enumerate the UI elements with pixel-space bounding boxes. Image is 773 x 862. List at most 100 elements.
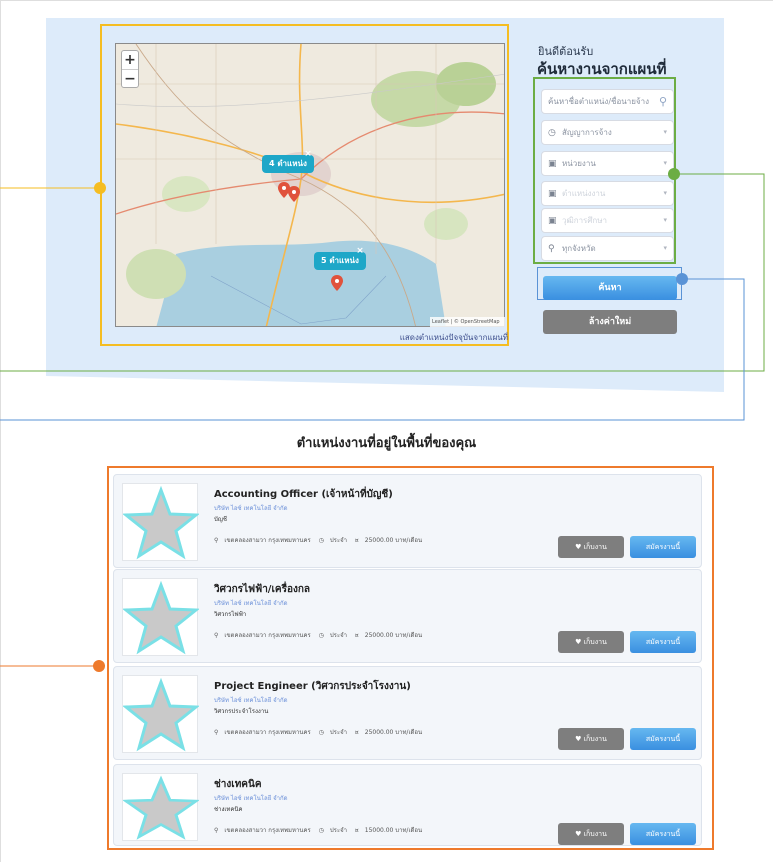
chevron-down-icon: ▾ — [663, 189, 667, 197]
clock-icon: ◷ — [318, 827, 324, 834]
map-cluster-label[interactable]: 5 ตำแหน่ง × — [314, 247, 366, 270]
education-select[interactable]: ▣ วุฒิการศึกษา ▾ — [541, 208, 674, 233]
department-select[interactable]: ▣ หน่วยงาน ▾ — [541, 151, 674, 176]
job-type: ประจำ — [329, 537, 347, 544]
save-job-label: เก็บงาน — [583, 830, 607, 838]
heart-icon: ♥ — [575, 543, 582, 551]
welcome-text: ยินดีต้อนรับ — [538, 45, 594, 58]
job-salary: 25000.00 บาท/เดือน — [364, 537, 423, 544]
chevron-down-icon: ▾ — [663, 216, 667, 224]
clock-icon: ◷ — [318, 537, 324, 544]
job-company[interactable]: บริษัท ไอซ์ เทคโนโลยี จำกัด — [214, 796, 288, 802]
zoom-out-button[interactable]: − — [122, 69, 138, 87]
job-card[interactable]: ช่างเทคนิค บริษัท ไอซ์ เทคโนโลยี จำกัด ช… — [113, 764, 702, 846]
job-card[interactable]: Project Engineer (วิศวกรประจำโรงงาน) บริ… — [113, 666, 702, 760]
clock-icon: ◷ — [318, 729, 324, 736]
map-caption: แสดงตำแหน่งปัจจุบันจากแผนที่ — [399, 333, 508, 342]
department-label: หน่วยงาน — [562, 159, 596, 168]
job-title[interactable]: Accounting Officer (เจ้าหน้าที่บัญชี) — [214, 490, 393, 500]
search-title: ค้นหางานจากแผนที่ — [537, 60, 667, 78]
map-cluster-text: 4 ตำแหน่ง — [269, 159, 307, 168]
job-salary: 25000.00 บาท/เดือน — [364, 632, 423, 639]
apply-button[interactable]: สมัครงานนี้ — [630, 631, 696, 653]
job-title[interactable]: วิศวกรไฟฟ้า/เครื่องกล — [214, 585, 310, 595]
map-cluster-text: 5 ตำแหน่ง — [321, 256, 359, 265]
map-attribution[interactable]: Leaflet | © OpenStreetMap — [430, 317, 505, 327]
close-icon[interactable]: × — [356, 247, 364, 256]
zoom-in-button[interactable]: + — [122, 51, 138, 69]
apply-button[interactable]: สมัครงานนี้ — [630, 536, 696, 558]
reset-button[interactable]: ล้างค่าใหม่ — [543, 310, 677, 334]
location-icon: ⚲ — [214, 632, 219, 639]
save-job-button[interactable]: ♥ เก็บงาน — [558, 631, 624, 653]
location-icon: ⚲ — [214, 729, 219, 736]
money-icon: ¤ — [354, 537, 359, 544]
job-meta: ⚲ เขตคลองสามวา กรุงเทพมหานคร ◷ ประจำ ¤ 2500… — [214, 730, 428, 736]
job-meta: ⚲ เขตคลองสามวา กรุงเทพมหานคร ◷ ประจำ ¤ 1500… — [214, 828, 428, 834]
save-job-button[interactable]: ♥ เก็บงาน — [558, 728, 624, 750]
close-icon[interactable]: × — [304, 150, 312, 159]
job-type: ประจำ — [329, 827, 347, 834]
job-location: เขตคลองสามวา กรุงเทพมหานคร — [224, 729, 311, 736]
job-title[interactable]: Project Engineer (วิศวกรประจำโรงงาน) — [214, 682, 411, 692]
job-location: เขตคลองสามวา กรุงเทพมหานคร — [224, 827, 311, 834]
province-select[interactable]: ⚲ ทุกจังหวัด ▾ — [541, 236, 674, 261]
job-thumbnail — [121, 483, 201, 561]
save-job-label: เก็บงาน — [583, 638, 607, 646]
apply-button[interactable]: สมัครงานนี้ — [630, 728, 696, 750]
money-icon: ¤ — [354, 632, 359, 639]
briefcase-icon: ▣ — [548, 189, 557, 199]
job-thumbnail — [121, 675, 201, 753]
map-cluster-label[interactable]: 4 ตำแหน่ง × — [262, 150, 314, 173]
search-icon: ⚲ — [658, 95, 667, 108]
job-title[interactable]: ช่างเทคนิค — [214, 780, 262, 790]
heart-icon: ♥ — [575, 735, 582, 743]
chevron-down-icon: ▾ — [663, 244, 667, 252]
save-job-button[interactable]: ♥ เก็บงาน — [558, 536, 624, 558]
clock-icon: ◷ — [548, 128, 556, 138]
jobs-heading: ตำแหน่งงานที่อยู่ในพื้นที่ของคุณ — [296, 436, 477, 451]
job-salary: 15000.00 บาท/เดือน — [364, 827, 423, 834]
job-type: ประจำ — [329, 632, 347, 639]
location-icon: ⚲ — [214, 827, 219, 834]
job-meta: ⚲ เขตคลองสามวา กรุงเทพมหานคร ◷ ประจำ ¤ 2500… — [214, 633, 428, 639]
money-icon: ¤ — [354, 729, 359, 736]
pin-icon: ⚲ — [548, 244, 555, 254]
save-job-button[interactable]: ♥ เก็บงาน — [558, 823, 624, 845]
save-job-label: เก็บงาน — [583, 543, 607, 551]
job-category: ช่างเทคนิค — [214, 806, 243, 813]
star-icon — [121, 580, 201, 655]
job-card[interactable]: วิศวกรไฟฟ้า/เครื่องกล บริษัท ไอซ์ เทคโนโ… — [113, 569, 702, 663]
chevron-down-icon: ▾ — [663, 128, 667, 136]
location-icon: ⚲ — [214, 537, 219, 544]
heart-icon: ♥ — [575, 638, 582, 646]
page: + − 4 ตำแหน่ง × 5 ตำแหน่ง × Leaflet | © … — [0, 0, 773, 862]
position-label: ตำแหน่งงาน — [562, 189, 606, 198]
heart-icon: ♥ — [575, 830, 582, 838]
job-company[interactable]: บริษัท ไอซ์ เทคโนโลยี จำกัด — [214, 698, 288, 704]
province-label: ทุกจังหวัด — [562, 244, 596, 253]
search-button[interactable]: ค้นหา — [543, 276, 677, 300]
job-map[interactable] — [115, 43, 505, 327]
job-category: บัญชี — [214, 516, 227, 523]
job-thumbnail — [121, 773, 201, 841]
contract-type-select[interactable]: ◷ สัญญาการจ้าง ▾ — [541, 120, 674, 145]
briefcase-icon: ▣ — [548, 216, 557, 226]
job-company[interactable]: บริษัท ไอซ์ เทคโนโลยี จำกัด — [214, 601, 288, 607]
star-icon — [121, 775, 201, 840]
job-thumbnail — [121, 578, 201, 656]
position-select[interactable]: ▣ ตำแหน่งงาน ▾ — [541, 181, 674, 206]
contract-type-label: สัญญาการจ้าง — [562, 128, 612, 137]
save-job-label: เก็บงาน — [583, 735, 607, 743]
education-label: วุฒิการศึกษา — [562, 216, 608, 225]
job-type: ประจำ — [329, 729, 347, 736]
job-card[interactable]: Accounting Officer (เจ้าหน้าที่บัญชี) บร… — [113, 474, 702, 568]
money-icon: ¤ — [354, 827, 359, 834]
apply-button[interactable]: สมัครงานนี้ — [630, 823, 696, 845]
keyword-input[interactable]: ค้นหาชื่อตำแหน่ง/ชื่อนายจ้าง ⚲ — [541, 89, 674, 114]
job-company[interactable]: บริษัท ไอซ์ เทคโนโลยี จำกัด — [214, 506, 288, 512]
job-location: เขตคลองสามวา กรุงเทพมหานคร — [224, 632, 311, 639]
clock-icon: ◷ — [318, 632, 324, 639]
star-icon — [121, 485, 201, 560]
job-meta: ⚲ เขตคลองสามวา กรุงเทพมหานคร ◷ ประจำ ¤ 2500… — [214, 538, 428, 544]
